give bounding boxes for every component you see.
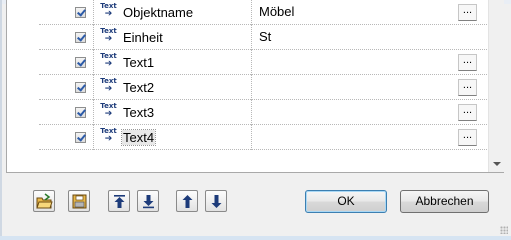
table-row[interactable]: Text ➔ Einheit St	[39, 25, 487, 50]
row-checkbox[interactable]	[75, 107, 86, 118]
value-cell[interactable]: St	[252, 25, 487, 50]
name-cell: Text ➔ Objektname	[94, 0, 252, 25]
scroll-down-arrow-icon[interactable]	[489, 155, 505, 172]
text-arrow-icon: Text ➔	[100, 27, 117, 44]
cancel-button[interactable]: Abbrechen	[400, 190, 489, 213]
window-bottom-border	[0, 236, 511, 240]
row-value: St	[259, 29, 272, 44]
table-row[interactable]: Text ➔ Objektname Möbel ...	[39, 0, 487, 25]
row-checkbox[interactable]	[75, 32, 86, 43]
window-left-border	[0, 0, 2, 236]
text-arrow-icon: Text ➔	[100, 77, 117, 94]
text-arrow-icon: Text ➔	[100, 127, 117, 144]
move-top-button[interactable]	[108, 190, 130, 212]
table-row[interactable]: Text ➔ Text4 ...	[39, 125, 487, 150]
table-row[interactable]: Text ➔ Text1 ...	[39, 50, 487, 75]
property-list: Text ➔ Objektname Möbel ... Text ➔ Einheit…	[6, 0, 504, 173]
name-cell: Text ➔ Text3	[94, 100, 252, 125]
row-name: Objektname	[123, 5, 194, 20]
text-arrow-icon: Text ➔	[100, 2, 117, 19]
value-cell[interactable]: ...	[252, 75, 487, 100]
row-checkbox[interactable]	[75, 82, 86, 93]
check-cell	[39, 0, 94, 25]
vertical-scrollbar[interactable]	[488, 0, 504, 172]
row-checkbox[interactable]	[75, 57, 86, 68]
text-arrow-icon: Text ➔	[100, 102, 117, 119]
name-cell: Text ➔ Einheit	[94, 25, 252, 50]
move-bottom-button[interactable]	[137, 190, 159, 212]
table-row[interactable]: Text ➔ Text3 ...	[39, 100, 487, 125]
resize-grip-icon[interactable]	[500, 226, 508, 234]
check-cell	[39, 100, 94, 125]
row-name: Text3	[123, 105, 155, 120]
value-cell[interactable]: Möbel ...	[252, 0, 487, 25]
check-cell	[39, 75, 94, 100]
ellipsis-button[interactable]: ...	[458, 54, 477, 71]
row-checkbox[interactable]	[75, 7, 86, 18]
value-cell[interactable]: ...	[252, 125, 487, 150]
row-value: Möbel	[259, 4, 295, 19]
value-cell[interactable]: ...	[252, 100, 487, 125]
ellipsis-button[interactable]: ...	[458, 104, 477, 121]
row-name: Text2	[123, 80, 155, 95]
check-cell	[39, 50, 94, 75]
move-top-icon	[114, 195, 125, 208]
move-bottom-icon	[143, 195, 154, 209]
name-cell: Text ➔ Text4	[94, 125, 252, 150]
name-cell: Text ➔ Text1	[94, 50, 252, 75]
row-name: Text1	[123, 55, 155, 70]
name-cell: Text ➔ Text2	[94, 75, 252, 100]
ellipsis-button[interactable]: ...	[458, 129, 477, 146]
ellipsis-button[interactable]: ...	[458, 4, 477, 21]
row-name: Einheit	[123, 30, 163, 45]
move-down-button[interactable]	[205, 190, 227, 212]
save-button[interactable]	[68, 190, 90, 212]
check-cell	[39, 25, 94, 50]
move-up-button[interactable]	[176, 190, 198, 212]
row-checkbox[interactable]	[75, 132, 86, 143]
ellipsis-button[interactable]: ...	[458, 79, 477, 96]
save-icon	[72, 194, 87, 209]
ok-button[interactable]: OK	[305, 190, 387, 213]
check-cell	[39, 125, 94, 150]
value-cell[interactable]: ...	[252, 50, 487, 75]
open-folder-button[interactable]	[33, 190, 55, 212]
text-arrow-icon: Text ➔	[100, 52, 117, 69]
dialog: Text ➔ Objektname Möbel ... Text ➔ Einheit…	[0, 0, 511, 240]
row-name-selected: Text4	[120, 129, 157, 146]
move-up-icon	[182, 195, 193, 208]
table-row[interactable]: Text ➔ Text2 ...	[39, 75, 487, 100]
open-folder-icon	[36, 193, 53, 209]
move-down-icon	[211, 195, 222, 208]
